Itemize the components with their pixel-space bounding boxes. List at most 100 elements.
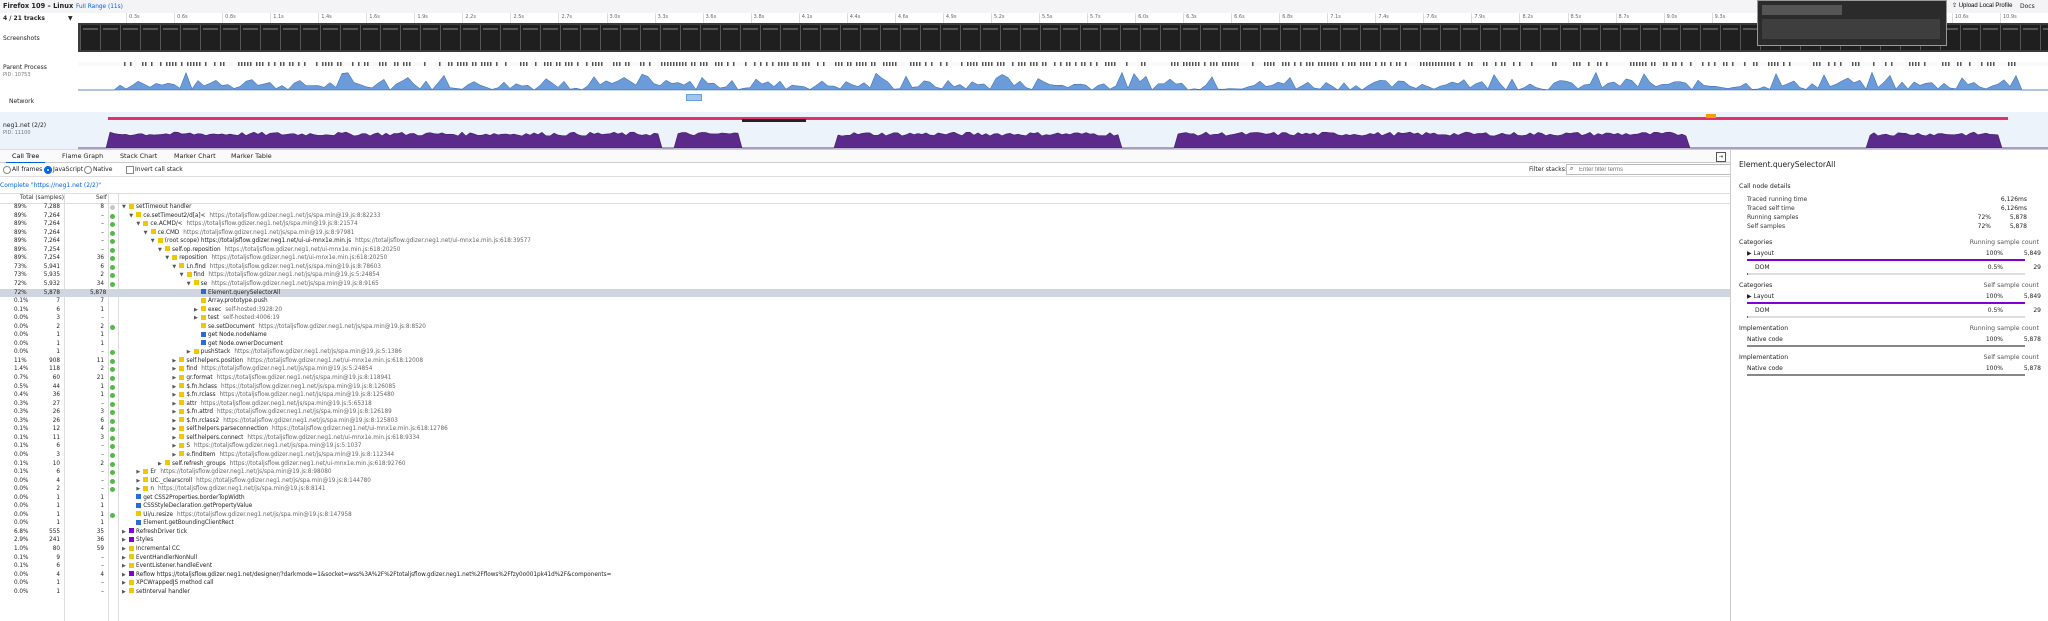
- track-screenshots[interactable]: Screenshots: [0, 23, 79, 53]
- sidebar-toggle-icon[interactable]: ⇥: [1716, 152, 1726, 162]
- network-track-graph[interactable]: [78, 92, 2048, 113]
- table-row[interactable]: 0.0% 2– ▶ n https://totaljsflow.gdizer.neg1.…: [0, 485, 1730, 494]
- chevron-right-icon[interactable]: ▶: [122, 579, 129, 588]
- table-row[interactable]: 0.0% 1– ▶ setInterval handler: [0, 588, 1730, 597]
- table-row[interactable]: 6.8% 555 35 ▶ RefreshDriver tick: [0, 528, 1730, 537]
- invert-call-stack-checkbox[interactable]: [126, 166, 134, 174]
- table-row[interactable]: 0.1% 6– ▶ EventListener.handleEvent: [0, 562, 1730, 571]
- full-range-breadcrumb[interactable]: Full Range (11s): [76, 4, 123, 10]
- table-row[interactable]: 0.0% 1 1 Ui/u.resize https://totaljsflow.gdi…: [0, 511, 1730, 520]
- neg1-activity-graph[interactable]: [78, 112, 2048, 150]
- table-row[interactable]: 0.0% 1 1 get CSS2Properties.borderTopWidth: [0, 494, 1730, 503]
- track-parent-process[interactable]: Parent Process PID: 10753: [0, 52, 79, 93]
- table-row[interactable]: 0.7% 60 21 ▶ gr.format https://totaljsflow.gd…: [0, 374, 1730, 383]
- tab-flame-graph[interactable]: Flame Graph: [56, 150, 109, 162]
- table-row[interactable]: 0.1% 9– ▶ EventHandlerNonNull: [0, 554, 1730, 563]
- parent-process-activity-graph[interactable]: [78, 52, 2048, 93]
- table-row[interactable]: 89% 7,264– ▼ ce.CMD https://totaljsflow.gdiz…: [0, 229, 1730, 238]
- chevron-right-icon[interactable]: ▶: [187, 348, 194, 357]
- table-row[interactable]: 89% 7,254 36 ▼ reposition https://totaljsflow…: [0, 254, 1730, 263]
- chevron-right-icon[interactable]: ▶: [122, 588, 129, 597]
- table-row[interactable]: 2.9% 241 36 ▶ Styles: [0, 536, 1730, 545]
- chevron-right-icon[interactable]: ▶: [122, 528, 129, 537]
- table-row[interactable]: 0.0% 1– ▶ XPCWrappedJS method call: [0, 579, 1730, 588]
- chevron-right-icon[interactable]: ▶: [172, 425, 179, 434]
- chevron-right-icon[interactable]: ▶: [172, 442, 179, 451]
- chevron-right-icon[interactable]: ▶: [172, 365, 179, 374]
- chevron-down-icon[interactable]: ▼: [129, 212, 136, 221]
- chevron-right-icon[interactable]: ▶: [136, 477, 143, 486]
- table-row[interactable]: 0.1% 6– ▶ Shttps://totaljsflow.gdizer.neg1.…: [0, 442, 1730, 451]
- table-row[interactable]: 0.1% 11 3 ▶ self.helpers.connect https://tota…: [0, 434, 1730, 443]
- table-row[interactable]: 89% 7,288 8 ▼ setTimeout handler: [0, 203, 1730, 212]
- table-row[interactable]: 0.1% 12 4 ▶ self.helpers.parseconnection http…: [0, 425, 1730, 434]
- chevron-down-icon[interactable]: ▼: [158, 246, 165, 255]
- table-row[interactable]: 0.0% 2 2 se.setDocument https://totaljsflow.…: [0, 323, 1730, 332]
- chevron-down-icon[interactable]: ▼: [136, 220, 143, 229]
- table-row[interactable]: 89% 7,264– ▼ (root scope) https://totaljsfl…: [0, 237, 1730, 246]
- track-network[interactable]: Network: [0, 92, 79, 113]
- filter-stacks-input[interactable]: [1566, 164, 1742, 175]
- tab-call-tree[interactable]: Call Tree: [6, 150, 46, 164]
- chevron-right-icon[interactable]: ▶: [172, 434, 179, 443]
- chevron-right-icon[interactable]: ▶: [136, 468, 143, 477]
- upload-profile-button[interactable]: ⇪ Upload Local Profile: [1948, 1, 2016, 12]
- chevron-right-icon[interactable]: ▶: [172, 391, 179, 400]
- chevron-down-icon[interactable]: ▼: [151, 237, 158, 246]
- chevron-down-icon[interactable]: ▼: [180, 271, 187, 280]
- chevron-right-icon[interactable]: ▶: [122, 554, 129, 563]
- chevron-right-icon[interactable]: ▶: [172, 417, 179, 426]
- table-row[interactable]: 0.0% 1 1 Element.getBoundingClientRect: [0, 519, 1730, 528]
- table-row[interactable]: 0.3% 27– ▶ attr https://totaljsflow.gdizer.n…: [0, 400, 1730, 409]
- chevron-right-icon[interactable]: ▶: [172, 408, 179, 417]
- table-row[interactable]: 89% 7,264– ▼ ce.setTimeout2/d[a]< https://to…: [0, 212, 1730, 221]
- table-row[interactable]: 73% 5,941 6 ▼ Ln.find https://totaljsflow.gdi…: [0, 263, 1730, 272]
- chevron-down-icon[interactable]: ▼: [187, 280, 194, 289]
- javascript-radio[interactable]: [44, 166, 52, 174]
- screenshots-track-graph[interactable]: [78, 23, 2048, 53]
- table-row[interactable]: 1.0% 80 59 ▶ Incremental CC: [0, 545, 1730, 554]
- breadcrumb[interactable]: Complete "https://neg1.net (2/2)": [0, 182, 101, 189]
- table-row[interactable]: 0.4% 36 1 ▶ $.fn.rclass https://totaljsflow.g…: [0, 391, 1730, 400]
- table-row[interactable]: 89% 7,264– ▼ ce.ACMD/< https://totaljsflow.g…: [0, 220, 1730, 229]
- all-frames-radio[interactable]: [3, 166, 11, 174]
- chevron-right-icon[interactable]: ▶: [172, 357, 179, 366]
- chevron-down-icon[interactable]: ▼: [165, 254, 172, 263]
- docs-button[interactable]: Docs: [2020, 1, 2035, 12]
- table-row[interactable]: 0.0% 1 1 get Node.ownerDocument: [0, 340, 1730, 349]
- tab-stack-chart[interactable]: Stack Chart: [114, 150, 163, 162]
- table-row[interactable]: 0.5% 44 1 ▶ $.fn.hclass https://totaljsflow.g…: [0, 383, 1730, 392]
- chevron-right-icon[interactable]: ▶: [172, 374, 179, 383]
- chevron-right-icon[interactable]: ▶: [172, 451, 179, 460]
- table-row[interactable]: 0.3% 26 3 ▶ $.fn.attrd https://totaljsflow.gd…: [0, 408, 1730, 417]
- table-row[interactable]: 72% 5,878 5,878 Element.querySelectorAll: [0, 288, 1730, 298]
- native-radio[interactable]: [84, 166, 92, 174]
- table-row[interactable]: 11% 908 11 ▶ self.helpers.position https://to…: [0, 357, 1730, 366]
- chevron-right-icon[interactable]: ▶: [122, 536, 129, 545]
- table-row[interactable]: 0.1% 6– ▶ Er https://totaljsflow.gdizer.neg1…: [0, 468, 1730, 477]
- chevron-right-icon[interactable]: ▶: [158, 460, 165, 469]
- table-row[interactable]: 0.0% 3– ▶ test self-hosted:4006:19: [0, 314, 1730, 323]
- table-row[interactable]: 0.1% 6 1 ▶ exec self-hosted:3928:20: [0, 306, 1730, 315]
- table-row[interactable]: 0.0% 3– ▶ e.findItem https://totaljsflow.gdi…: [0, 451, 1730, 460]
- table-row[interactable]: 0.0% 1– ▶ pushStack https://totaljsflow.gdiz…: [0, 348, 1730, 357]
- tab-marker-chart[interactable]: Marker Chart: [168, 150, 222, 162]
- table-row[interactable]: 0.3% 26 6 ▶ $.fn.rclass2 https://totaljsflow.…: [0, 417, 1730, 426]
- table-row[interactable]: 0.0% 4– ▶ UC._clearscroll https://totaljsflo…: [0, 477, 1730, 486]
- table-row[interactable]: 72% 5,932 34 ▼ se https://totaljsflow.gdizer.…: [0, 280, 1730, 289]
- chevron-down-icon[interactable]: ▼: [172, 263, 179, 272]
- chevron-right-icon[interactable]: ▶: [194, 314, 201, 323]
- table-row[interactable]: 1.4% 118 2 ▶ find https://totaljsflow.gdizer.…: [0, 365, 1730, 374]
- chevron-right-icon[interactable]: ▶: [122, 562, 129, 571]
- chevron-right-icon[interactable]: ▶: [172, 383, 179, 392]
- table-row[interactable]: 89% 7,254– ▼ self.op.reposition https://tota…: [0, 246, 1730, 255]
- table-row[interactable]: 0.0% 1 1 CSSStyleDeclaration.getPropertyVal…: [0, 502, 1730, 511]
- track-neg1[interactable]: neg1.net (2/2) PID: 11100: [0, 112, 79, 150]
- chevron-right-icon[interactable]: ▶: [122, 545, 129, 554]
- chevron-right-icon[interactable]: ▶: [122, 571, 129, 580]
- table-row[interactable]: 0.0% 1 1 get Node.nodeName: [0, 331, 1730, 340]
- chevron-right-icon[interactable]: ▶: [172, 400, 179, 409]
- chevron-right-icon[interactable]: ▶: [194, 306, 201, 315]
- chevron-down-icon[interactable]: ▼: [122, 203, 129, 212]
- table-row[interactable]: 0.1% 10 2 ▶ self.refresh_groups https://total…: [0, 460, 1730, 469]
